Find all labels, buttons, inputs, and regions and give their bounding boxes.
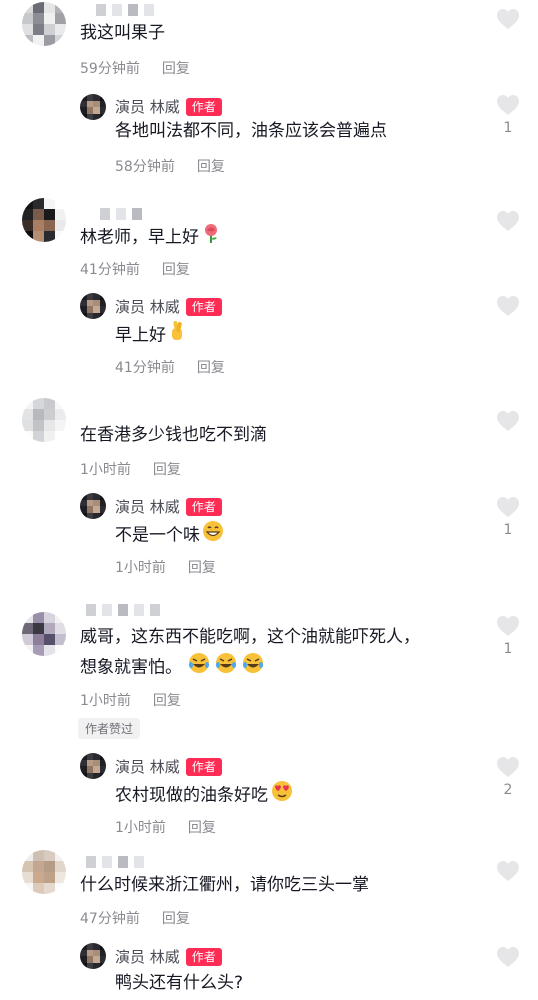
crossed-fingers-emoji <box>168 320 186 351</box>
author-row: 演员 林威 作者 <box>115 96 222 117</box>
reply-button[interactable]: 回复 <box>162 58 190 78</box>
heart-icon[interactable] <box>496 496 520 518</box>
comment-meta: 1小时前 回复 <box>80 459 181 479</box>
author-row: 演员 林威 作者 <box>115 946 222 967</box>
reply-button[interactable]: 回复 <box>188 817 216 837</box>
comment-meta: 59分钟前 回复 <box>80 58 190 78</box>
reply-text: 早上好 <box>115 320 186 351</box>
like-count: 1 <box>503 641 513 657</box>
reply-text: 各地叫法都不同，油条应该会普遍点 <box>115 121 387 141</box>
author-name[interactable]: 演员 林威 <box>115 96 180 117</box>
reply-button[interactable]: 回复 <box>153 459 181 479</box>
comment-time: 1小时前 <box>80 693 131 709</box>
reply-text: 不是一个味 <box>115 520 224 551</box>
heart-icon[interactable] <box>496 756 520 778</box>
reply-time: 1小时前 <box>115 820 166 836</box>
grinning-emoji <box>202 520 224 551</box>
comment-meta: 1小时前 回复 <box>80 690 181 710</box>
author-name[interactable]: 演员 林威 <box>115 496 180 517</box>
comment-text: 林老师，早上好 <box>80 222 221 253</box>
comment-meta: 41分钟前 回复 <box>80 259 190 279</box>
reply-text: 鸭头还有什么头? <box>115 973 244 993</box>
heart-icon[interactable] <box>496 860 520 882</box>
author-liked-badge: 作者赞过 <box>78 718 141 739</box>
comment-time: 41分钟前 <box>80 262 140 278</box>
author-name[interactable]: 演员 林威 <box>115 946 180 967</box>
author-row: 演员 林威 作者 <box>115 756 222 777</box>
comment-time: 47分钟前 <box>80 911 140 927</box>
comment-text: 在香港多少钱也吃不到滴 <box>80 425 267 445</box>
author-name[interactable]: 演员 林威 <box>115 756 180 777</box>
heart-eyes-emoji <box>270 780 294 811</box>
author-tag: 作者 <box>185 497 222 516</box>
like-count: 1 <box>503 120 513 136</box>
heart-icon[interactable] <box>496 946 520 968</box>
comment-text: 什么时候来浙江衢州，请你吃三头一掌 <box>80 875 369 895</box>
author-avatar[interactable] <box>80 94 106 120</box>
comment-meta: 47分钟前 回复 <box>80 908 190 928</box>
reply-meta: 41分钟前 回复 <box>115 357 225 377</box>
reply-meta: 58分钟前 回复 <box>115 156 225 176</box>
author-row: 演员 林威 作者 <box>115 296 222 317</box>
username-blurred[interactable] <box>86 604 160 616</box>
author-avatar[interactable] <box>80 753 106 779</box>
reply-button[interactable]: 回复 <box>153 690 181 710</box>
author-tag: 作者 <box>185 947 222 966</box>
reply-button[interactable]: 回复 <box>188 557 216 577</box>
username-blurred[interactable] <box>96 4 154 16</box>
heart-icon[interactable] <box>496 8 520 30</box>
author-name[interactable]: 演员 林威 <box>115 296 180 317</box>
author-avatar[interactable] <box>80 293 106 319</box>
author-row: 演员 林威 作者 <box>115 496 222 517</box>
heart-icon[interactable] <box>496 410 520 432</box>
username-blurred[interactable] <box>86 856 144 868</box>
author-avatar[interactable] <box>80 943 106 969</box>
reply-button[interactable]: 回复 <box>162 908 190 928</box>
heart-icon[interactable] <box>496 615 520 637</box>
avatar[interactable] <box>22 612 66 656</box>
heart-icon[interactable] <box>496 94 520 116</box>
author-avatar[interactable] <box>80 493 106 519</box>
reply-button[interactable]: 回复 <box>197 156 225 176</box>
rose-emoji <box>201 222 221 253</box>
reply-button[interactable]: 回复 <box>162 259 190 279</box>
avatar[interactable] <box>22 2 66 46</box>
laughing-tears-emoji <box>188 652 264 683</box>
reply-meta: 1小时前 回复 <box>115 817 216 837</box>
author-tag: 作者 <box>185 297 222 316</box>
heart-icon[interactable] <box>496 210 520 232</box>
comment-text-line: 威哥，这东西不能吃啊，这个油就能吓死人， <box>80 627 420 647</box>
reply-meta: 1小时前 回复 <box>115 557 216 577</box>
comment-time: 59分钟前 <box>80 61 140 77</box>
avatar[interactable] <box>22 850 66 894</box>
like-count: 1 <box>503 522 513 538</box>
reply-text: 农村现做的油条好吃 <box>115 780 294 811</box>
reply-time: 1小时前 <box>115 560 166 576</box>
avatar[interactable] <box>22 398 66 442</box>
heart-icon[interactable] <box>496 295 520 317</box>
author-tag: 作者 <box>185 97 222 116</box>
comment-time: 1小时前 <box>80 462 131 478</box>
reply-button[interactable]: 回复 <box>197 357 225 377</box>
comment-text: 我这叫果子 <box>80 23 165 43</box>
avatar[interactable] <box>22 198 66 242</box>
reply-time: 41分钟前 <box>115 360 175 376</box>
comment-text-line: 想象就害怕。 <box>80 652 264 683</box>
like-count: 2 <box>503 782 513 798</box>
username-blurred[interactable] <box>100 208 142 220</box>
reply-time: 58分钟前 <box>115 159 175 175</box>
author-tag: 作者 <box>185 757 222 776</box>
